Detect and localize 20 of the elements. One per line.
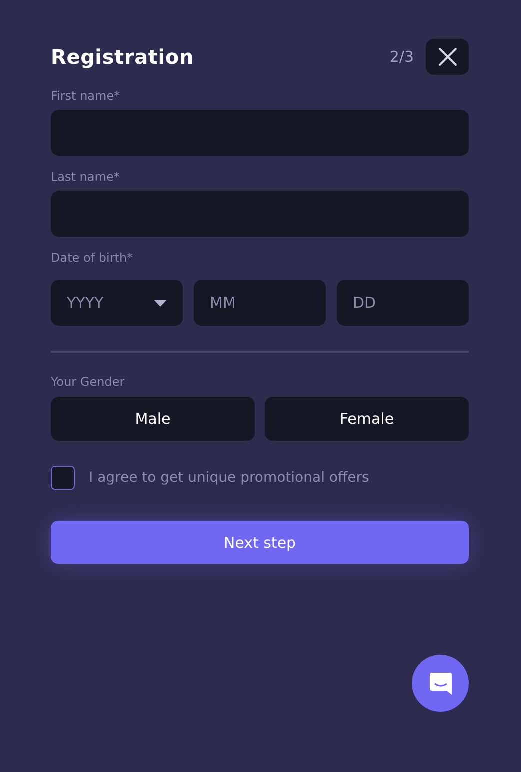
- input-field[interactable]: [51, 110, 469, 156]
- step-counter: 2/3: [390, 48, 414, 66]
- field-label: Date of birth*: [51, 251, 134, 265]
- next-step-button[interactable]: Next step: [51, 521, 469, 564]
- close-icon: [438, 47, 458, 67]
- input-field[interactable]: [51, 191, 469, 237]
- year-dropdown[interactable]: YYYY: [51, 280, 183, 326]
- gender-button[interactable]: Male: [51, 397, 255, 441]
- dialog-title: Registration: [51, 45, 194, 69]
- chat-icon: [428, 670, 454, 696]
- input-field[interactable]: DD: [337, 280, 469, 326]
- checkbox[interactable]: [51, 466, 75, 490]
- gender-button[interactable]: Female: [265, 397, 469, 441]
- field-label: Your Gender: [51, 375, 126, 389]
- caret-icon: [154, 300, 167, 306]
- field-label: Last name*: [51, 170, 121, 184]
- checkbox-label: I agree to get unique promotional offers: [89, 470, 370, 486]
- close-button[interactable]: [426, 39, 469, 75]
- field-label: First name*: [51, 89, 122, 103]
- input-field[interactable]: MM: [194, 280, 326, 326]
